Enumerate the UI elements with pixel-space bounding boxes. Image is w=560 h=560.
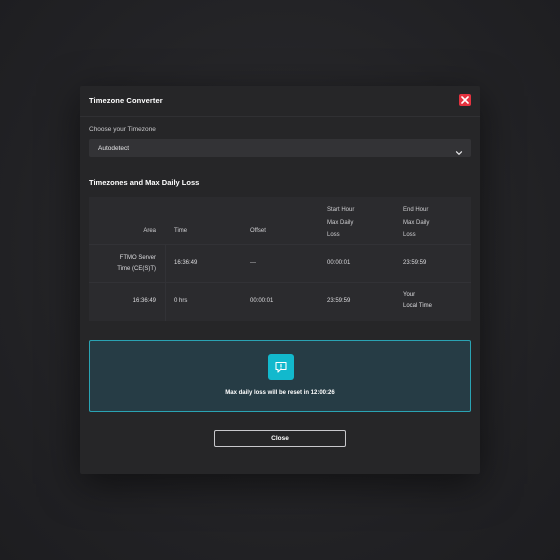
row2-offset: 00:00:01 [250,298,274,304]
header-start-line3: Loss [327,232,340,238]
table-column-divider [165,244,166,321]
row1-area-line1: FTMO Server [119,255,156,261]
row2-end-line2: Local Time [403,303,433,309]
table-row: 16:36:49 0 hrs 00:00:01 23:59:59 Your Lo… [89,282,471,322]
header-start-hour: Start Hour Max Daily Loss [327,205,354,241]
row2-time: 0 hrs [174,298,188,304]
header-end-line3: Loss [403,232,416,238]
header-area: Area [143,228,156,234]
header-offset: Offset [250,228,266,234]
reset-info-box: Max daily loss will be reset in 12:00:26 [89,340,471,412]
row1-end: 23:59:59 [403,260,427,266]
header-start-line2: Max Daily [327,219,354,226]
table-header-row: Area Time Offset Start Hour Max Daily Lo… [89,197,471,244]
row1-area: FTMO Server Time (CE(S)T) [96,253,156,275]
row2-area: 16:36:49 [132,298,156,304]
header-end-hour: End Hour Max Daily Loss [403,205,429,241]
header-start-line1: Start Hour [327,207,355,213]
row1-time: 16:36:49 [174,260,198,266]
timezone-converter-modal: Timezone Converter Choose your Timezone … [80,86,480,474]
header-end-line1: End Hour [403,207,429,213]
row2-end-line1: Your [403,292,416,298]
section-title: Timezones and Max Daily Loss [89,178,200,187]
row1-start: 00:00:01 [327,260,351,266]
timezone-select-value: Autodetect [98,144,130,152]
row1-offset: --- [250,260,256,266]
close-icon[interactable] [459,94,471,106]
header-end-line2: Max Daily [403,219,430,226]
chevron-down-icon [455,144,463,162]
row1-area-line2: Time (CE(S)T) [117,266,156,272]
header-time: Time [174,228,188,234]
timezone-select-label: Choose your Timezone [89,126,156,133]
timezone-select[interactable]: Autodetect [89,139,471,157]
modal-title: Timezone Converter [89,96,163,105]
row2-start: 23:59:59 [327,298,351,304]
reset-info-message: Max daily loss will be reset in 12:00:26 [225,390,335,396]
close-button[interactable]: Close [214,430,346,447]
modal-header: Timezone Converter [80,86,480,117]
table-row: FTMO Server Time (CE(S)T) 16:36:49 --- 0… [89,244,471,283]
info-icon [268,354,294,380]
row2-end: Your Local Time [403,290,432,312]
timezone-table: Area Time Offset Start Hour Max Daily Lo… [89,197,471,321]
